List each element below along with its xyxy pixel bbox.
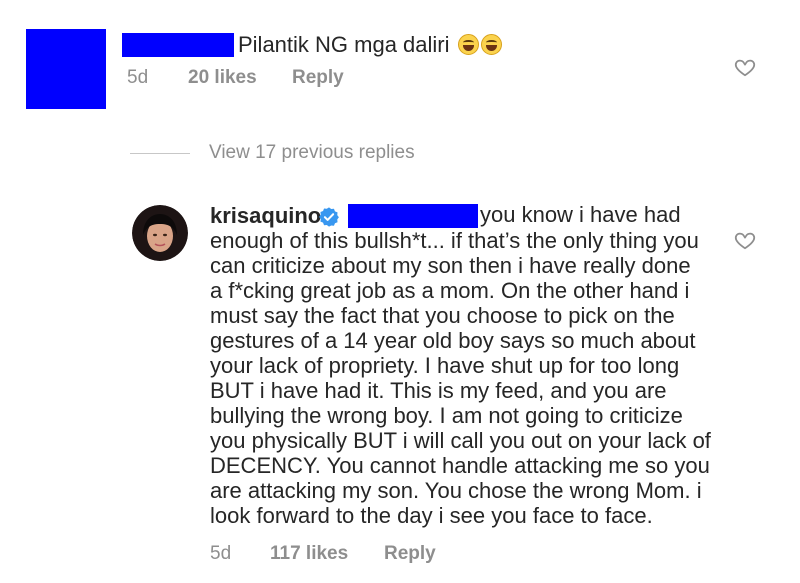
comment-line: a f*cking great job as a mom. On the oth… bbox=[210, 278, 690, 303]
like-heart-icon[interactable] bbox=[734, 229, 756, 251]
comment-line: enough of this bullsh*t... if that’s the… bbox=[210, 228, 699, 253]
comment-line: are attacking my son. You chose the wron… bbox=[210, 478, 702, 503]
comment-line: look forward to the day i see you face t… bbox=[210, 503, 653, 528]
comment-line: must say the fact that you choose to pic… bbox=[210, 303, 675, 328]
comment-body: Pilantik NG mga daliri bbox=[238, 32, 450, 57]
view-previous-replies-button[interactable]: View 17 previous replies bbox=[209, 142, 415, 164]
comment-line: bullying the wrong boy. I am not going t… bbox=[210, 403, 683, 428]
comment-line: can criticize about my son then i have r… bbox=[210, 253, 691, 278]
likes-count[interactable]: 20 likes bbox=[188, 67, 257, 89]
replies-divider bbox=[130, 153, 190, 154]
likes-count[interactable]: 117 likes bbox=[270, 543, 348, 565]
comment-line: DECENCY. You cannot handle attacking me … bbox=[210, 453, 710, 478]
comment-line: gestures of a 14 year old boy says so mu… bbox=[210, 328, 696, 353]
redacted-username[interactable] bbox=[122, 33, 234, 57]
reply-button[interactable]: Reply bbox=[292, 67, 344, 89]
avatar[interactable] bbox=[132, 205, 188, 261]
comment-line: your lack of propriety. I have shut up f… bbox=[210, 353, 680, 378]
comment-timestamp: 5d bbox=[127, 67, 149, 88]
comment-text: Pilantik NG mga daliri bbox=[238, 30, 502, 60]
laughing-emoji-icon bbox=[480, 34, 502, 55]
avatar-photo bbox=[132, 205, 188, 261]
comment-line: you physically BUT i will call you out o… bbox=[210, 428, 711, 453]
redacted-avatar[interactable] bbox=[26, 29, 106, 109]
comment-line: BUT i have had it. This is my feed, and … bbox=[210, 378, 667, 403]
comment-line: you know i have had bbox=[480, 202, 681, 227]
comment-body: you know i have had enough of this bulls… bbox=[210, 203, 730, 533]
like-heart-icon[interactable] bbox=[734, 56, 756, 78]
comment-timestamp: 5d bbox=[210, 543, 232, 564]
laughing-emoji-icon bbox=[457, 34, 479, 55]
reply-button[interactable]: Reply bbox=[384, 543, 436, 565]
